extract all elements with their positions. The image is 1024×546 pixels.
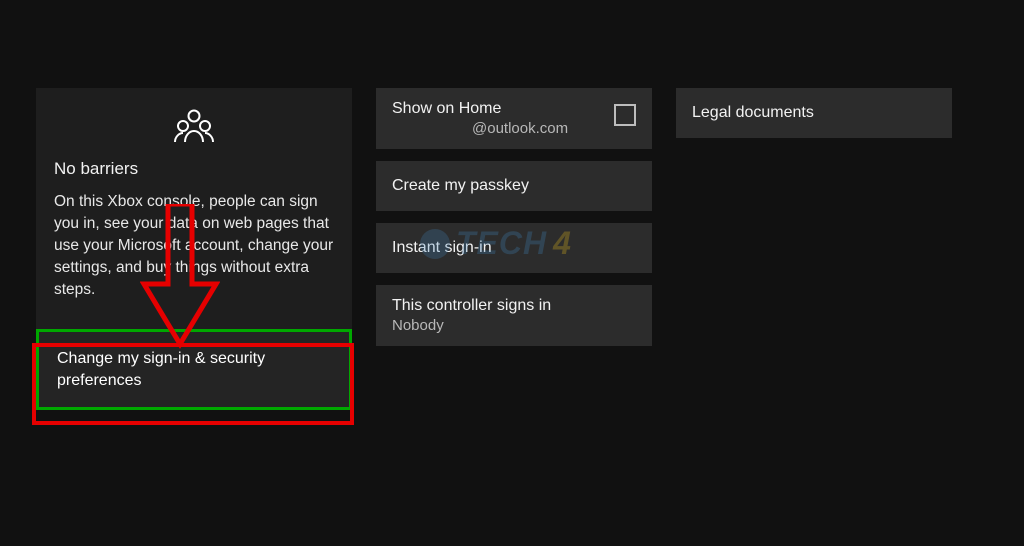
controller-signin-tile[interactable]: This controller signs in Nobody (376, 285, 652, 346)
right-column: Legal documents (676, 88, 952, 410)
panel-heading: No barriers (54, 159, 334, 179)
create-passkey-label: Create my passkey (392, 177, 636, 195)
change-signin-security-button[interactable]: Change my sign-in & security preferences (36, 329, 352, 410)
legal-documents-tile[interactable]: Legal documents (676, 88, 952, 138)
settings-layout: No barriers On this Xbox console, people… (0, 0, 1024, 410)
change-btn-label: Change my sign-in & security preferences (57, 350, 265, 389)
controller-signin-label: This controller signs in (392, 297, 636, 315)
instant-signin-tile[interactable]: Instant sign-in (376, 223, 652, 273)
show-on-home-tile[interactable]: Show on Home @outlook.com (376, 88, 652, 149)
middle-column: Show on Home @outlook.com Create my pass… (376, 88, 652, 410)
show-on-home-label: Show on Home (392, 100, 568, 118)
create-passkey-tile[interactable]: Create my passkey (376, 161, 652, 211)
left-panel: No barriers On this Xbox console, people… (36, 88, 352, 410)
controller-signin-value: Nobody (392, 317, 636, 334)
panel-description: On this Xbox console, people can sign yo… (54, 191, 334, 301)
show-on-home-checkbox[interactable] (614, 104, 636, 126)
instant-signin-label: Instant sign-in (392, 239, 636, 257)
people-icon (54, 106, 334, 151)
legal-documents-label: Legal documents (692, 104, 936, 122)
show-on-home-email: @outlook.com (392, 120, 568, 137)
